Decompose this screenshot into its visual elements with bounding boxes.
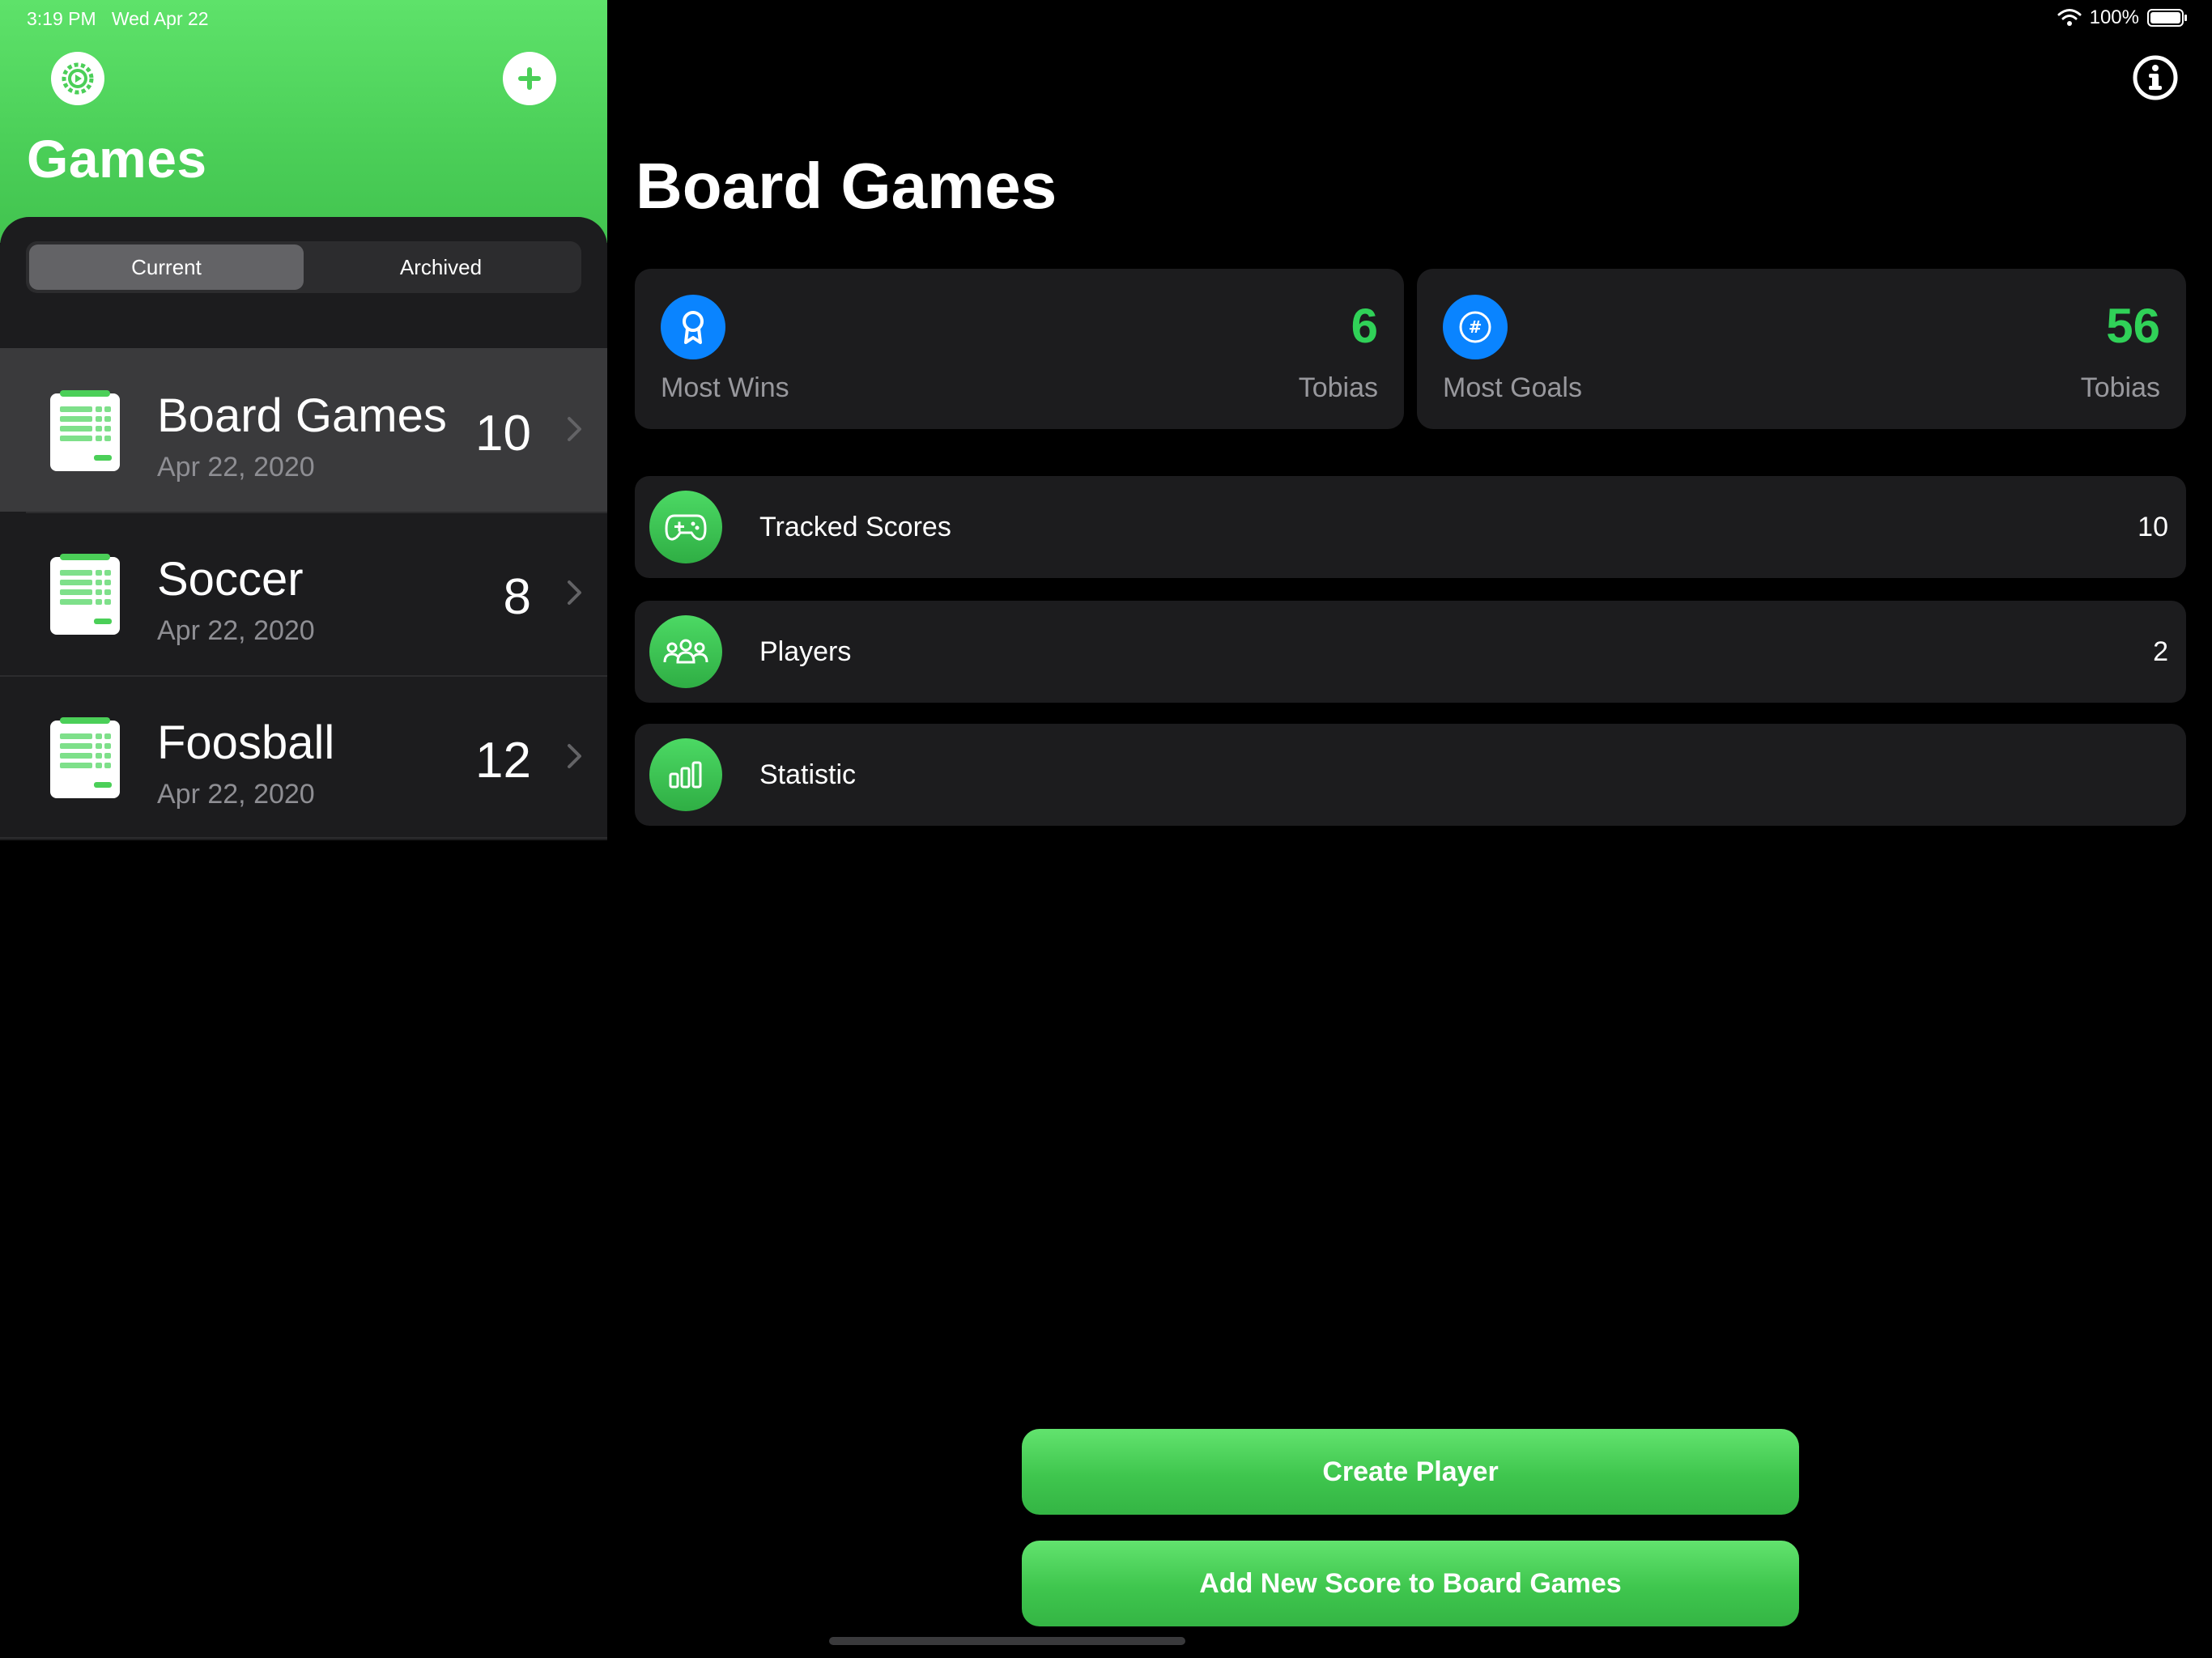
stat-label: Most Wins [661,372,789,403]
status-bar-right: 100% [2057,6,2188,29]
create-player-button[interactable]: Create Player [1022,1429,1799,1515]
status-time-text: 3:19 PM [27,8,96,29]
menu-count: 2 [2153,636,2168,667]
add-game-button[interactable] [503,52,556,105]
home-indicator [829,1637,1185,1645]
game-row-foosball[interactable]: Foosball Apr 22, 2020 12 [0,675,607,839]
gear-icon [62,62,94,95]
chevron-right-icon [568,744,581,768]
stat-value: 56 [2106,299,2160,353]
menu-label: Tracked Scores [759,512,951,542]
game-count: 10 [475,406,531,461]
settings-button[interactable] [51,52,104,105]
menu-label: Statistic [759,759,857,790]
chevron-right-icon [568,580,581,605]
games-list: Board Games Apr 22, 2020 10 Soccer Apr 2… [0,348,607,839]
scoresheet-icon [50,390,120,471]
segment-archived[interactable]: Archived [304,244,578,290]
stat-label: Most Goals [1443,372,1582,403]
game-date: Apr 22, 2020 [157,615,315,646]
stat-player-name: Tobias [2080,372,2160,403]
sidebar: 3:19 PM Wed Apr 22 Games Current Archive… [0,0,607,1658]
battery-icon [2147,9,2187,27]
game-name: Foosball [157,716,335,769]
gamecontroller-icon [649,491,722,563]
sidebar-body: Current Archived Board Games Apr 22, 202… [0,217,607,1658]
row-separator [0,675,607,677]
stat-card-most-wins[interactable]: Most Wins 6 Tobias [635,269,1404,429]
sidebar-title: Games [27,129,207,189]
game-date: Apr 22, 2020 [157,779,315,810]
status-date-text: Wed Apr 22 [111,8,209,29]
menu-row-statistic[interactable]: Statistic [635,724,2186,826]
bar-chart-icon [649,738,722,811]
detail-pane: 100% Board Games Most Wins 6 Tobias # Mo… [609,0,2212,1658]
battery-percent: 100% [2089,6,2139,28]
award-icon [661,295,725,359]
stat-card-most-goals[interactable]: # Most Goals 56 Tobias [1417,269,2186,429]
row-separator [26,512,607,513]
svg-text:#: # [1469,317,1482,337]
game-row-soccer[interactable]: Soccer Apr 22, 2020 8 [0,512,607,675]
game-date: Apr 22, 2020 [157,452,315,483]
plus-icon [518,67,541,90]
game-name: Soccer [157,553,304,606]
chevron-right-icon [568,417,581,441]
menu-count: 10 [2138,512,2168,542]
segment-current[interactable]: Current [29,244,304,290]
sidebar-header: 3:19 PM Wed Apr 22 Games [0,0,607,243]
people-icon [649,615,722,688]
empty-list-area [0,840,607,1658]
number-icon: # [1443,295,1508,359]
game-name: Board Games [157,389,447,442]
page-title: Board Games [636,150,1057,222]
game-count: 12 [475,733,531,789]
wifi-icon [2057,9,2082,26]
add-new-score-button[interactable]: Add New Score to Board Games [1022,1541,1799,1626]
info-button[interactable] [2133,55,2178,100]
game-count: 8 [503,569,531,625]
info-icon [2133,55,2178,100]
status-time: 3:19 PM Wed Apr 22 [27,8,209,30]
game-row-board-games[interactable]: Board Games Apr 22, 2020 10 [0,348,607,512]
scoresheet-icon [50,717,120,798]
menu-label: Players [759,636,852,667]
stat-player-name: Tobias [1298,372,1378,403]
scoresheet-icon [50,554,120,635]
menu-row-players[interactable]: Players 2 [635,601,2186,703]
stat-value: 6 [1351,299,1378,353]
row-separator [0,837,607,839]
menu-row-tracked-scores[interactable]: Tracked Scores 10 [635,476,2186,578]
segmented-control: Current Archived [26,241,581,293]
